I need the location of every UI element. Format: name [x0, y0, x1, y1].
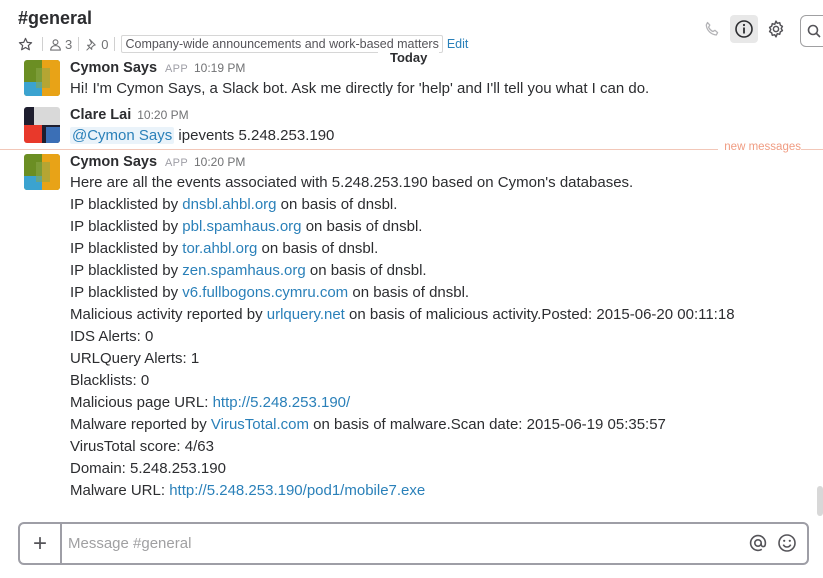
- sender-name[interactable]: Cymon Says: [70, 154, 157, 170]
- meta-divider: [42, 37, 43, 51]
- message-body: Cymon Says APP 10:20 PM Here are all the…: [70, 154, 810, 502]
- info-icon: [735, 20, 753, 38]
- virustotal-score-line: VirusTotal score: 4/63: [70, 438, 214, 455]
- blacklist-line: IP blacklisted by zen.spamhaus.org on ba…: [70, 262, 427, 279]
- blacklist-line: IP blacklisted by tor.ahbl.org on basis …: [70, 240, 379, 257]
- at-icon: [749, 534, 767, 552]
- timestamp[interactable]: 10:20 PM: [137, 108, 188, 122]
- blacklist-link[interactable]: dnsbl.ahbl.org: [182, 196, 276, 213]
- blacklist-line: IP blacklisted by v6.fullbogons.cymru.co…: [70, 284, 470, 301]
- message-intro: Here are all the events associated with …: [70, 174, 634, 191]
- malicious-page-line: Malicious page URL: http://5.248.253.190…: [70, 394, 351, 411]
- mention-button[interactable]: [747, 532, 769, 554]
- call-button[interactable]: [698, 15, 726, 43]
- edit-purpose-link[interactable]: Edit: [447, 37, 469, 51]
- message-body: Cymon Says APP 10:19 PM Hi! I'm Cymon Sa…: [70, 60, 810, 100]
- urlquery-alerts-line: URLQuery Alerts: 1: [70, 350, 200, 367]
- channel-title[interactable]: #general: [18, 8, 92, 29]
- blacklist-link[interactable]: zen.spamhaus.org: [182, 262, 305, 279]
- message-body: Clare Lai 10:20 PM @Cymon Says ipevents …: [70, 107, 810, 147]
- phone-icon: [705, 21, 719, 36]
- malware-line: Malware reported by VirusTotal.com on ba…: [70, 416, 666, 433]
- message-composer: +: [18, 522, 809, 565]
- malicious-activity-line: Malicious activity reported by urlquery.…: [70, 306, 735, 323]
- avatar[interactable]: [24, 154, 60, 190]
- new-messages-label: new messages: [718, 141, 801, 153]
- pinned-count[interactable]: 0: [85, 37, 108, 52]
- gear-icon: [768, 20, 784, 38]
- timestamp[interactable]: 10:20 PM: [194, 155, 245, 169]
- urlquery-link[interactable]: urlquery.net: [267, 306, 345, 323]
- search-box[interactable]: [800, 15, 823, 47]
- blacklists-count-line: Blacklists: 0: [70, 372, 150, 389]
- message-text: Hi! I'm Cymon Says, a Slack bot. Ask me …: [70, 80, 650, 97]
- star-icon[interactable]: [18, 37, 36, 52]
- meta-divider: [114, 37, 116, 51]
- pin-icon: [86, 38, 96, 51]
- virustotal-link[interactable]: VirusTotal.com: [211, 416, 309, 433]
- emoji-button[interactable]: [776, 532, 798, 554]
- app-badge: APP: [165, 157, 188, 169]
- blacklist-line: IP blacklisted by dnsbl.ahbl.org on basi…: [70, 196, 398, 213]
- app-badge: APP: [165, 63, 188, 75]
- message-pane: Today Cymon Says APP 10:19 PM Hi! I'm Cy…: [0, 50, 823, 515]
- new-messages-divider: [0, 149, 823, 150]
- blacklist-link[interactable]: v6.fullbogons.cymru.com: [182, 284, 348, 301]
- message-input[interactable]: [68, 524, 738, 563]
- smiley-icon: [778, 534, 796, 552]
- blacklist-link[interactable]: pbl.spamhaus.org: [182, 218, 301, 235]
- sender-name[interactable]: Clare Lai: [70, 107, 131, 123]
- avatar[interactable]: [24, 107, 60, 143]
- meta-divider: [78, 37, 80, 51]
- settings-button[interactable]: [762, 15, 790, 43]
- scrollbar-thumb[interactable]: [817, 486, 823, 516]
- timestamp[interactable]: 10:19 PM: [194, 61, 245, 75]
- pinned-count-value: 0: [101, 36, 109, 52]
- header-actions: [698, 15, 794, 43]
- user-mention[interactable]: @Cymon Says: [70, 127, 175, 144]
- malware-url-line: Malware URL: http://5.248.253.190/pod1/m…: [70, 482, 426, 499]
- avatar[interactable]: [24, 60, 60, 96]
- person-icon: [50, 38, 61, 51]
- malware-url-link[interactable]: http://5.248.253.190/pod1/mobile7.exe: [169, 482, 425, 499]
- ids-alerts-line: IDS Alerts: 0: [70, 328, 154, 345]
- search-icon: [807, 24, 821, 38]
- command-text: ipevents 5.248.253.190: [174, 127, 335, 144]
- malicious-page-link[interactable]: http://5.248.253.190/: [213, 394, 351, 411]
- message-text: @Cymon Says ipevents 5.248.253.190: [70, 125, 810, 147]
- blacklist-line: IP blacklisted by pbl.spamhaus.org on ba…: [70, 218, 423, 235]
- member-count-value: 3: [65, 36, 73, 52]
- member-count[interactable]: 3: [49, 37, 72, 52]
- attach-button[interactable]: +: [20, 524, 62, 563]
- blacklist-link[interactable]: tor.ahbl.org: [182, 240, 257, 257]
- plus-icon: +: [32, 529, 47, 557]
- sender-name[interactable]: Cymon Says: [70, 60, 157, 76]
- domain-line: Domain: 5.248.253.190: [70, 460, 226, 477]
- channel-info-button[interactable]: [730, 15, 758, 43]
